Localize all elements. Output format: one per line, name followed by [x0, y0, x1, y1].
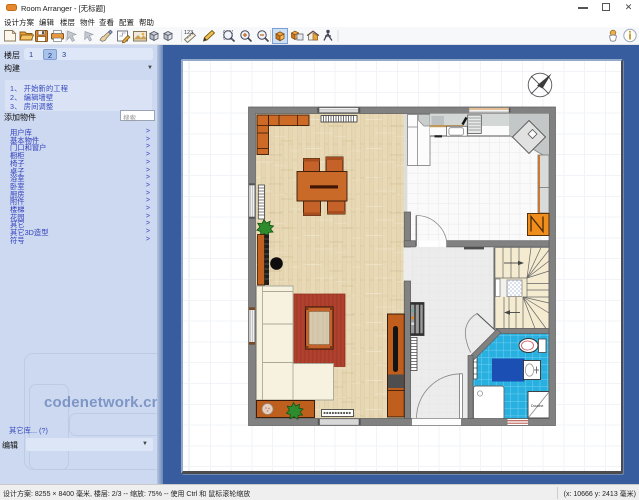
- svg-text:Douche: Douche: [531, 404, 543, 408]
